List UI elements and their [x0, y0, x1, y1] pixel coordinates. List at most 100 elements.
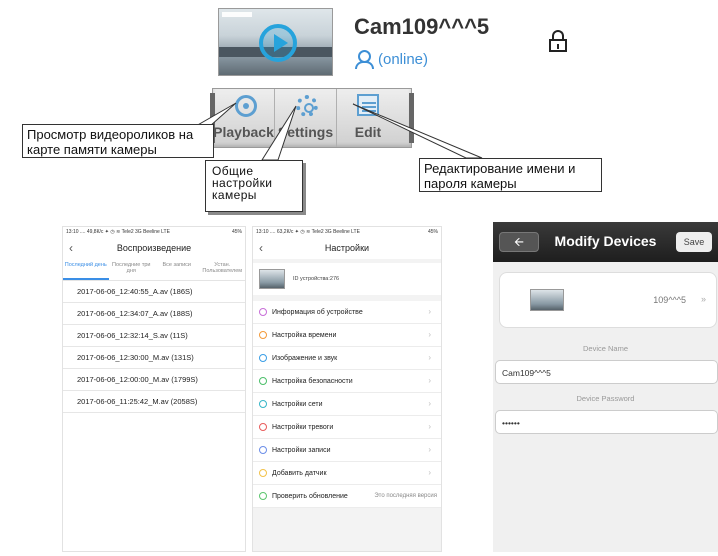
chevron-right-icon: ›	[428, 468, 431, 477]
shield-icon	[259, 377, 267, 385]
list-item[interactable]: 2017-06-06_12:32:14_S.av (11S)	[63, 325, 245, 347]
settings-navbar: ‹ Настройки	[253, 237, 441, 259]
status-bar: 13:10 .... 49,8К/с ✦ ◷ ≋ Tele2 3G Beelin…	[63, 227, 245, 237]
device-thumbnail	[259, 269, 285, 289]
alarm-icon	[259, 423, 267, 431]
record-list: 2017-06-06_12:40:55_A.av (186S) 2017-06-…	[63, 281, 245, 413]
back-arrow-icon[interactable]: ‹	[69, 241, 73, 255]
chevron-right-icon: ›	[428, 307, 431, 316]
play-icon[interactable]	[259, 24, 297, 62]
menu-item-alarm[interactable]: Настройки тревоги ›	[253, 416, 441, 439]
settings-button[interactable]: Settings	[275, 89, 337, 147]
chevron-right-icon: ›	[428, 399, 431, 408]
info-icon	[259, 308, 267, 316]
playback-screen: 13:10 .... 49,8К/с ✦ ◷ ≋ Tele2 3G Beelin…	[62, 226, 246, 552]
camera-status: (online)	[354, 50, 429, 69]
settings-label: Settings	[277, 124, 334, 140]
back-arrow-icon[interactable]: ‹	[259, 241, 263, 255]
media-icon	[259, 354, 267, 362]
device-id: 109^^^5	[653, 295, 686, 305]
clock-icon	[259, 331, 267, 339]
edit-callout: Редактирование имени и пароля камеры	[419, 158, 602, 192]
settings-screen: 13:10 .... 63,2К/с ✦ ◷ ≋ Tele2 3G Beelin…	[252, 226, 442, 552]
menu-item-network[interactable]: Настройки сети ›	[253, 393, 441, 416]
playback-icon	[235, 95, 257, 117]
menu-item-label: Настройки тревоги	[272, 423, 334, 431]
battery-level: 45%	[427, 229, 438, 235]
playback-title: Воспроизведение	[116, 243, 192, 253]
device-password-field[interactable]: ••••••	[495, 410, 718, 434]
menu-item-check-update[interactable]: Проверить обновление Это последняя версия	[253, 485, 441, 508]
status-bar-left: 13:10 .... 63,2К/с ✦ ◷ ≋ Tele2 3G Beelin…	[256, 229, 360, 235]
playback-tabs: Последний день Последние три дня Все зап…	[63, 259, 245, 281]
menu-item-security[interactable]: Настройка безопасности ›	[253, 370, 441, 393]
device-header: ID устройства:276	[253, 263, 441, 295]
menu-item-label: Добавить датчик	[272, 469, 327, 477]
chevron-right-icon: ›	[428, 330, 431, 339]
playback-button[interactable]: Playback	[213, 89, 275, 147]
menu-item-label: Настройка времени	[272, 331, 337, 339]
menu-item-label: Настройки записи	[272, 446, 331, 454]
playback-callout: Просмотр видеороликов на карте памяти ка…	[22, 124, 214, 158]
settings-title: Настройки	[324, 243, 370, 253]
action-bar-right-edge	[409, 93, 414, 143]
tab-user-defined[interactable]: Устан. Пользователем	[200, 259, 246, 280]
wifi-icon	[259, 400, 267, 408]
settings-gear-icon	[296, 95, 318, 117]
chevron-right-icon: ›	[428, 445, 431, 454]
edit-label: Edit	[354, 124, 382, 140]
update-note: Это последняя версия	[374, 493, 437, 499]
menu-item-time[interactable]: Настройка времени ›	[253, 324, 441, 347]
menu-item-label: Изображение и звук	[272, 354, 338, 362]
battery-level: 45%	[231, 229, 242, 235]
user-icon	[354, 50, 374, 69]
playback-label: Playback	[213, 124, 274, 140]
device-name-label: Device Name	[582, 344, 628, 353]
tab-last-day[interactable]: Последний день	[63, 259, 109, 280]
thumbnail-timestamp	[222, 12, 252, 17]
menu-item-label: Настройки сети	[272, 400, 323, 408]
modify-devices-screen: 🡨 Modify Devices Save 109^^^5 » Device N…	[493, 222, 718, 552]
lock-body	[549, 39, 567, 52]
list-item[interactable]: 2017-06-06_11:25:42_M.av (2058S)	[63, 391, 245, 413]
online-status-text: (online)	[378, 50, 429, 68]
device-card[interactable]: 109^^^5 »	[499, 272, 717, 328]
settings-callout: Общие настройки камеры	[205, 160, 303, 212]
menu-item-recording[interactable]: Настройки записи ›	[253, 439, 441, 462]
tab-last-three-days[interactable]: Последние три дня	[109, 259, 155, 280]
menu-item-label: Информация об устройстве	[272, 308, 363, 316]
menu-item-label: Настройка безопасности	[272, 377, 353, 385]
list-item[interactable]: 2017-06-06_12:40:55_A.av (186S)	[63, 281, 245, 303]
edit-button[interactable]: Edit	[337, 89, 399, 147]
settings-menu: Информация об устройстве › Настройка врем…	[253, 301, 441, 508]
list-item[interactable]: 2017-06-06_12:34:07_A.av (188S)	[63, 303, 245, 325]
camera-thumbnail[interactable]	[218, 8, 333, 76]
playback-navbar: ‹ Воспроизведение	[63, 237, 245, 259]
camera-name: Cam109^^^5	[354, 14, 490, 39]
menu-item-add-sensor[interactable]: Добавить датчик ›	[253, 462, 441, 485]
modify-devices-navbar: 🡨 Modify Devices Save	[493, 222, 718, 262]
chevron-right-icon: ›	[428, 353, 431, 362]
list-item[interactable]: 2017-06-06_12:00:00_M.av (1799S)	[63, 369, 245, 391]
sensor-icon	[259, 469, 267, 477]
device-thumbnail	[530, 289, 564, 311]
menu-item-label: Проверить обновление	[272, 492, 348, 500]
device-id: ID устройства:276	[293, 276, 340, 282]
list-item[interactable]: 2017-06-06_12:30:00_M.av (131S)	[63, 347, 245, 369]
edit-icon	[357, 94, 379, 116]
device-password-label: Device Password	[576, 394, 635, 403]
status-bar: 13:10 .... 63,2К/с ✦ ◷ ≋ Tele2 3G Beelin…	[253, 227, 441, 237]
tab-all-records[interactable]: Все записи	[154, 259, 200, 280]
record-icon	[259, 446, 267, 454]
menu-item-image-sound[interactable]: Изображение и звук ›	[253, 347, 441, 370]
menu-item-device-info[interactable]: Информация об устройстве ›	[253, 301, 441, 324]
screenshot-collage: Cam109^^^5 (online) Playback Settings Ed…	[0, 0, 718, 556]
camera-action-bar: Playback Settings Edit	[210, 88, 414, 148]
save-button[interactable]: Save	[676, 232, 712, 252]
unlock-icon[interactable]	[548, 30, 568, 52]
update-icon	[259, 492, 267, 500]
chevron-right-icon: ›	[428, 376, 431, 385]
chevron-right-icon: ›	[428, 422, 431, 431]
device-name-field[interactable]: Cam109^^^5	[495, 360, 718, 384]
double-chevron-right-icon: »	[700, 294, 706, 304]
